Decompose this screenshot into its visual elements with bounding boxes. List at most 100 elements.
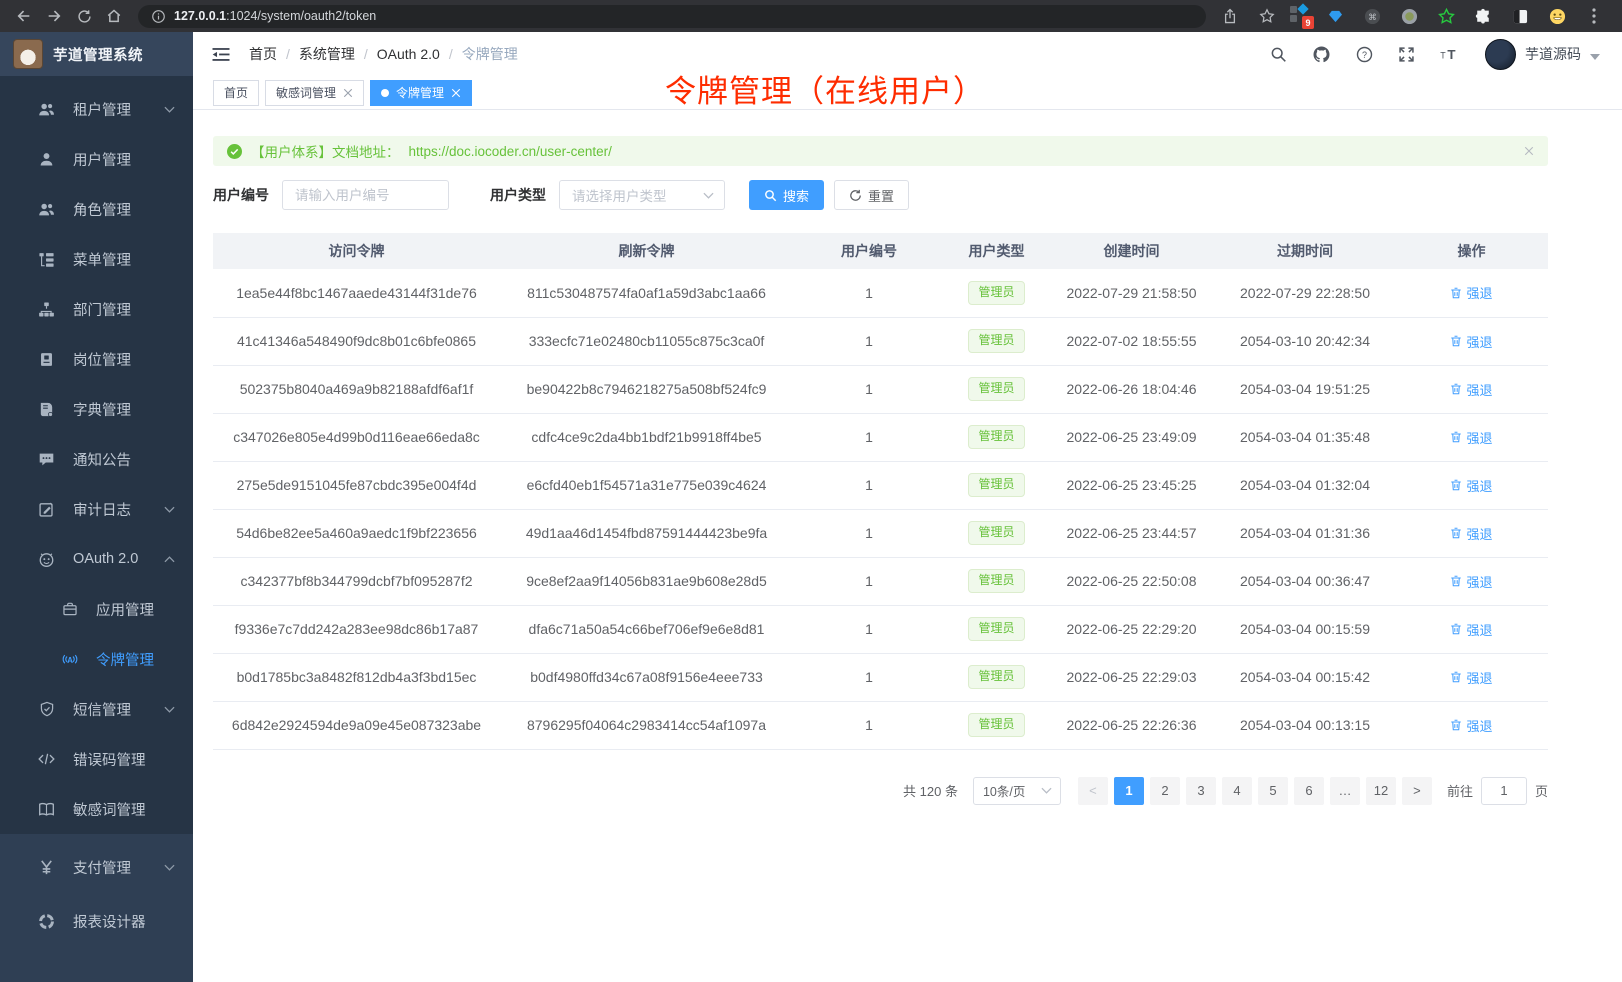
help-icon[interactable]: ? — [1356, 46, 1373, 63]
sidebar-item[interactable]: 支付管理 — [0, 840, 193, 894]
user-type-select[interactable]: 请选择用户类型 — [559, 180, 725, 210]
sidebar-item[interactable]: 租户管理 — [0, 84, 193, 134]
prev-page-button[interactable]: < — [1078, 777, 1108, 805]
sidebar-item[interactable]: 部门管理 — [0, 284, 193, 334]
force-logout-button[interactable]: 强退 — [1450, 620, 1492, 639]
address-bar[interactable]: 127.0.0.1:1024/system/oauth2/token — [138, 5, 1206, 28]
page-button[interactable]: 6 — [1294, 777, 1324, 805]
table-row: c342377bf8b344799dcbf7bf095287f2 9ce8ef2… — [213, 557, 1548, 605]
page-button[interactable]: 4 — [1222, 777, 1252, 805]
extensions-icon[interactable]: 9 — [1290, 4, 1312, 28]
force-logout-button[interactable]: 强退 — [1450, 524, 1492, 543]
access-token-cell: 275e5de9151045fe87cbdc395e004f4d — [213, 461, 500, 509]
force-logout-button[interactable]: 强退 — [1450, 380, 1492, 399]
close-icon[interactable] — [451, 88, 461, 98]
sidebar-item-label: 用户管理 — [73, 149, 131, 170]
sidebar-item[interactable]: 短信管理 — [0, 684, 193, 734]
page-button[interactable]: 5 — [1258, 777, 1288, 805]
sidebar-item[interactable]: 岗位管理 — [0, 334, 193, 384]
emoji-profile-icon[interactable] — [1543, 3, 1571, 29]
sidebar-fold-icon[interactable] — [211, 46, 231, 63]
force-logout-button[interactable]: 强退 — [1450, 716, 1492, 735]
sidebar-item[interactable]: 通知公告 — [0, 434, 193, 484]
breadcrumb-item[interactable]: OAuth 2.0 — [377, 46, 453, 62]
close-icon[interactable] — [343, 88, 353, 98]
sidebar-item[interactable]: 用户管理 — [0, 134, 193, 184]
breadcrumb-item[interactable]: 系统管理 — [299, 44, 368, 64]
bookmark-star-icon[interactable] — [1253, 3, 1281, 29]
force-logout-button[interactable]: 强退 — [1450, 668, 1492, 687]
reset-button[interactable]: 重置 — [834, 180, 909, 210]
user-id-input[interactable] — [282, 180, 449, 210]
expires-at-cell: 2054-03-04 19:51:25 — [1215, 365, 1395, 413]
sidebar-item[interactable]: 错误码管理 — [0, 734, 193, 784]
page-button[interactable]: … — [1330, 777, 1360, 805]
created-at-cell: 2022-06-25 23:44:57 — [1048, 509, 1215, 557]
side-panel-icon[interactable] — [1506, 3, 1534, 29]
reload-icon[interactable] — [70, 3, 98, 29]
font-size-icon[interactable]: TT — [1440, 46, 1460, 62]
access-token-cell: 6d842e2924594de9a09e45e087323abe — [213, 701, 500, 749]
info-icon[interactable] — [150, 3, 166, 29]
created-at-cell: 2022-06-25 22:26:36 — [1048, 701, 1215, 749]
force-logout-button[interactable]: 强退 — [1450, 572, 1492, 591]
user-menu[interactable]: 芋道源码 — [1485, 39, 1600, 70]
sidebar-item[interactable]: 菜单管理 — [0, 234, 193, 284]
github-icon[interactable] — [1312, 45, 1331, 64]
sidebar-item[interactable]: A 令牌管理 — [0, 634, 193, 684]
sidebar-item[interactable]: 应用管理 — [0, 584, 193, 634]
force-logout-button[interactable]: 强退 — [1450, 476, 1492, 495]
breadcrumb-item[interactable]: 首页 — [249, 44, 290, 64]
alert-close-icon[interactable] — [1524, 146, 1534, 156]
force-logout-button[interactable]: 强退 — [1450, 332, 1492, 351]
sidebar-item-label: 通知公告 — [73, 449, 131, 470]
column-header: 操作 — [1395, 233, 1548, 269]
puzzle-extension-icon[interactable] — [1469, 3, 1497, 29]
user-id-cell: 1 — [793, 653, 945, 701]
sidebar-item[interactable]: 审计日志 — [0, 484, 193, 534]
table-row: 6d842e2924594de9a09e45e087323abe 8796295… — [213, 701, 1548, 749]
view-tab[interactable]: 首页 — [213, 80, 259, 106]
access-token-cell: 54d6be82ee5a460a9aedc1f9bf223656 — [213, 509, 500, 557]
force-logout-button[interactable]: 强退 — [1450, 283, 1492, 302]
gem-extension-icon[interactable] — [1321, 3, 1349, 29]
green-star-extension-icon[interactable] — [1432, 3, 1460, 29]
sidebar-item[interactable]: 敏感词管理 — [0, 784, 193, 834]
goto-page-input[interactable] — [1481, 777, 1527, 805]
browser-menu-icon[interactable] — [1580, 3, 1608, 29]
table-row: c347026e805e4d99b0d116eae66eda8c cdfc4ce… — [213, 413, 1548, 461]
sidebar-item[interactable]: 角色管理 — [0, 184, 193, 234]
chevron-down-icon — [164, 864, 175, 871]
trash-icon — [1450, 287, 1462, 299]
search-button[interactable]: 搜索 — [749, 180, 824, 210]
page-button[interactable]: 12 — [1366, 777, 1396, 805]
forward-icon[interactable] — [40, 3, 68, 29]
search-icon — [764, 189, 777, 202]
force-logout-button[interactable]: 强退 — [1450, 428, 1492, 447]
created-at-cell: 2022-06-25 22:29:20 — [1048, 605, 1215, 653]
sidebar-item[interactable]: 字典管理 — [0, 384, 193, 434]
record-extension-icon[interactable] — [1395, 3, 1423, 29]
view-tab[interactable]: 令牌管理 — [370, 80, 472, 106]
share-icon[interactable] — [1216, 3, 1244, 29]
back-icon[interactable] — [10, 3, 38, 29]
user-id-cell: 1 — [793, 557, 945, 605]
sidebar-item[interactable]: 报表设计器 — [0, 894, 193, 948]
fullscreen-icon[interactable] — [1398, 46, 1415, 63]
home-icon[interactable] — [100, 3, 128, 29]
search-icon[interactable] — [1270, 46, 1287, 63]
page-button[interactable]: 2 — [1150, 777, 1180, 805]
breadcrumb-item[interactable]: 令牌管理 — [462, 44, 518, 64]
view-tab[interactable]: 敏感词管理 — [265, 80, 364, 106]
doc-link[interactable]: https://doc.iocoder.cn/user-center/ — [409, 144, 612, 159]
app-logo-bar[interactable]: 芋道管理系统 — [0, 32, 193, 76]
sidebar-item[interactable]: OAuth 2.0 — [0, 534, 193, 584]
next-page-button[interactable]: > — [1402, 777, 1432, 805]
command-extension-icon[interactable]: ⌘ — [1358, 3, 1386, 29]
page-button[interactable]: 3 — [1186, 777, 1216, 805]
expires-at-cell: 2054-03-04 01:35:48 — [1215, 413, 1395, 461]
table-row: 41c41346a548490f9dc8b01c6bfe0865 333ecfc… — [213, 317, 1548, 365]
page-unit-label: 页 — [1535, 781, 1548, 800]
page-size-select[interactable]: 10条/页 — [973, 777, 1061, 805]
page-button[interactable]: 1 — [1114, 777, 1144, 805]
